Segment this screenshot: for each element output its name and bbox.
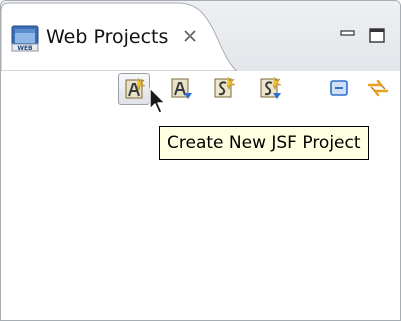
view-toolbar bbox=[1, 71, 400, 111]
new-struts-project-button[interactable] bbox=[255, 73, 287, 105]
link-with-editor-button[interactable] bbox=[363, 73, 395, 105]
web-projects-view: WEB Web Projects Create New JSF Project bbox=[0, 0, 401, 321]
view-title: Web Projects bbox=[46, 26, 169, 48]
tooltip: Create New JSF Project bbox=[159, 126, 369, 160]
close-tab-icon[interactable] bbox=[182, 28, 198, 44]
collapse-all-button[interactable] bbox=[324, 73, 356, 105]
new-struts-project-icon bbox=[255, 76, 285, 107]
minimize-icon[interactable] bbox=[338, 27, 360, 45]
new-project-wizard-button[interactable] bbox=[209, 73, 241, 105]
collapse-all-icon bbox=[324, 80, 354, 107]
create-new-jsf-project-icon bbox=[119, 77, 149, 108]
new-project-icon bbox=[166, 78, 196, 107]
new-project-wizard-icon bbox=[209, 76, 239, 107]
maximize-icon[interactable] bbox=[368, 27, 388, 45]
svg-text:WEB: WEB bbox=[17, 45, 33, 52]
view-window-controls bbox=[338, 27, 392, 47]
new-project-button[interactable] bbox=[166, 73, 198, 105]
mouse-pointer-icon bbox=[149, 87, 167, 115]
web-projects-view-icon: WEB bbox=[10, 23, 40, 53]
view-tab-bar: WEB Web Projects bbox=[1, 1, 400, 72]
tab-web-projects[interactable]: WEB Web Projects bbox=[1, 1, 237, 71]
create-new-jsf-project-button[interactable] bbox=[118, 73, 150, 105]
link-with-editor-icon bbox=[363, 79, 393, 107]
